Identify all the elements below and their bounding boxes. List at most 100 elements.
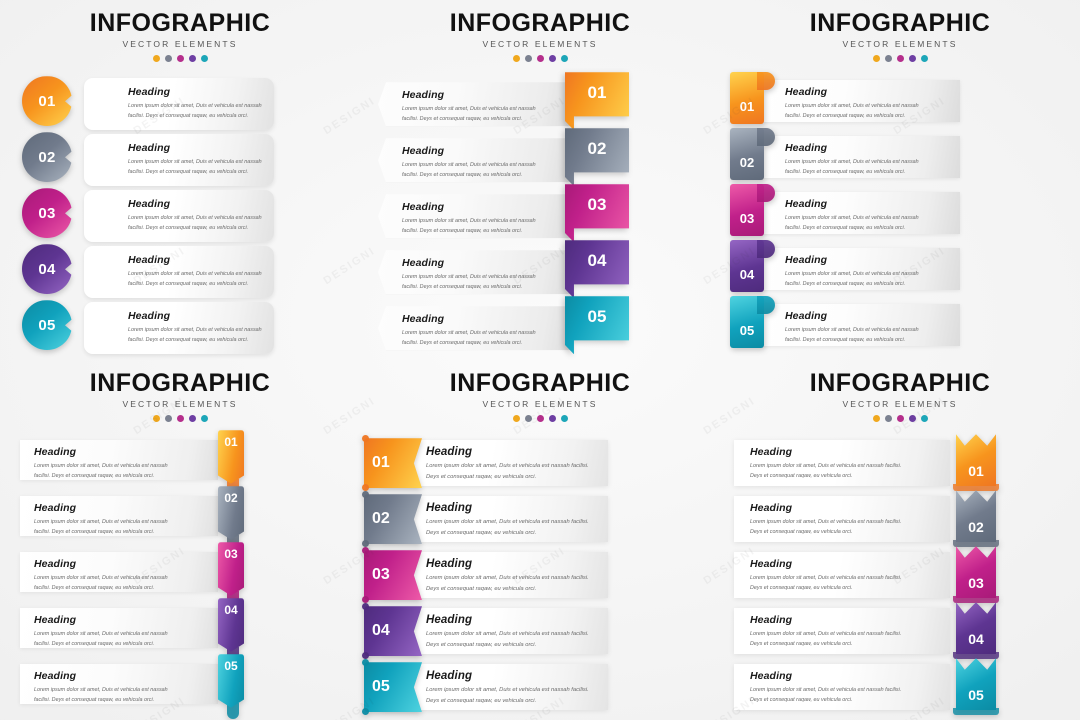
step-number: 01 (587, 83, 607, 103)
step-badge[interactable]: 03 (22, 188, 72, 239)
step-badge[interactable]: 04 (730, 240, 775, 293)
step-text: Heading Lorem ipsum dolor sit amet, Duis … (785, 142, 935, 177)
step-row[interactable]: Heading Lorem ipsum dolor sit amet, Duis … (0, 76, 360, 132)
step-badge[interactable]: 05 (218, 654, 244, 720)
step-badge[interactable]: 04 (953, 602, 999, 660)
step-row[interactable]: Heading Lorem ipsum dolor sit amet, Duis … (720, 184, 1080, 242)
step-badge[interactable]: 01 (22, 76, 72, 127)
step-text: Heading Lorem ipsum dolor sit amet, Duis … (785, 310, 935, 345)
accent-dot-1 (512, 55, 520, 63)
step-row[interactable]: Heading Lorem ipsum dolor sit amet, Duis … (0, 244, 360, 300)
step-badge[interactable]: 02 (362, 491, 422, 548)
step-number: 03 (739, 211, 755, 227)
step-row[interactable]: Heading Lorem ipsum dolor sit amet, Duis … (0, 430, 360, 496)
step-row[interactable]: Heading Lorem ipsum dolor sit amet, Duis … (720, 296, 1080, 354)
panel-title: INFOGRAPHIC (89, 369, 271, 397)
step-text: Heading Lorem ipsum dolor sit amet, Duis … (426, 614, 596, 650)
step-body: Lorem ipsum dolor sit amet, Duis et vehi… (750, 463, 902, 480)
accent-dot-4 (908, 55, 916, 63)
panel-title: INFOGRAPHIC (89, 9, 271, 37)
step-badge[interactable]: 03 (565, 184, 629, 243)
step-badge[interactable]: 05 (730, 296, 775, 349)
step-badge[interactable]: 04 (362, 603, 422, 660)
step-text: Heading Lorem ipsum dolor sit amet, Duis … (128, 198, 268, 233)
step-text: Heading Lorem ipsum dolor sit amet, Duis … (34, 502, 184, 537)
step-row[interactable]: Heading Lorem ipsum dolor sit amet, Duis … (720, 546, 1080, 604)
step-text: Heading Lorem ipsum dolor sit amet, Duis … (785, 198, 935, 233)
step-list: Heading Lorem ipsum dolor sit amet, Duis … (0, 430, 360, 720)
step-text: Heading Lorem ipsum dolor sit amet, Duis … (402, 145, 552, 180)
step-badge[interactable]: 03 (362, 547, 422, 604)
step-row[interactable]: Heading Lorem ipsum dolor sit amet, Duis … (0, 654, 360, 720)
step-body: Lorem ipsum dolor sit amet, Duis et vehi… (785, 271, 919, 288)
step-body: Lorem ipsum dolor sit amet, Duis et vehi… (426, 687, 589, 704)
step-text: Heading Lorem ipsum dolor sit amet, Duis … (402, 201, 552, 236)
step-badge[interactable]: 01 (953, 434, 999, 492)
step-list: Heading Lorem ipsum dolor sit amet, Duis … (360, 72, 720, 356)
step-row[interactable]: Heading Lorem ipsum dolor sit amet, Duis … (360, 435, 720, 492)
step-badge[interactable]: 05 (22, 300, 72, 351)
step-badge[interactable]: 01 (218, 430, 244, 496)
step-row[interactable]: Heading Lorem ipsum dolor sit amet, Duis … (360, 184, 720, 244)
step-badge[interactable]: 04 (22, 244, 72, 295)
step-row[interactable]: Heading Lorem ipsum dolor sit amet, Duis … (360, 296, 720, 356)
step-badge[interactable]: 02 (565, 128, 629, 187)
step-row[interactable]: Heading Lorem ipsum dolor sit amet, Duis … (720, 602, 1080, 660)
step-badge[interactable]: 05 (362, 659, 422, 716)
step-row[interactable]: Heading Lorem ipsum dolor sit amet, Duis … (720, 128, 1080, 186)
step-number: 01 (968, 463, 984, 480)
step-row[interactable]: Heading Lorem ipsum dolor sit amet, Duis … (0, 598, 360, 664)
step-row[interactable]: Heading Lorem ipsum dolor sit amet, Duis … (720, 658, 1080, 716)
step-badge[interactable]: 03 (730, 184, 775, 237)
step-body: Lorem ipsum dolor sit amet, Duis et vehi… (34, 519, 168, 536)
step-text: Heading Lorem ipsum dolor sit amet, Duis … (34, 446, 184, 481)
step-body: Lorem ipsum dolor sit amet, Duis et vehi… (128, 327, 262, 344)
step-badge[interactable]: 03 (218, 542, 244, 608)
step-badge[interactable]: 02 (218, 486, 244, 552)
step-text: Heading Lorem ipsum dolor sit amet, Duis … (34, 558, 184, 593)
badge-shape (362, 652, 369, 660)
step-heading: Heading (128, 86, 171, 99)
accent-dot-1 (152, 55, 160, 63)
step-text: Heading Lorem ipsum dolor sit amet, Duis … (426, 446, 596, 482)
step-row[interactable]: Heading Lorem ipsum dolor sit amet, Duis … (360, 603, 720, 660)
step-badge[interactable]: 01 (362, 435, 422, 492)
step-badge[interactable]: 03 (953, 546, 999, 604)
panel-subtitle: VECTOR ELEMENTS (122, 399, 238, 410)
step-badge[interactable]: 04 (218, 598, 244, 664)
accent-dots (0, 55, 360, 63)
step-heading: Heading (34, 614, 77, 627)
step-badge[interactable]: 05 (565, 296, 629, 355)
step-row[interactable]: Heading Lorem ipsum dolor sit amet, Duis … (360, 491, 720, 548)
step-badge[interactable]: 02 (730, 128, 775, 181)
step-row[interactable]: Heading Lorem ipsum dolor sit amet, Duis … (720, 240, 1080, 298)
step-row[interactable]: Heading Lorem ipsum dolor sit amet, Duis … (360, 72, 720, 132)
step-badge[interactable]: 01 (565, 72, 629, 131)
step-badge[interactable]: 02 (22, 132, 72, 183)
accent-dot-2 (524, 415, 532, 423)
step-row[interactable]: Heading Lorem ipsum dolor sit amet, Duis … (720, 490, 1080, 548)
step-row[interactable]: Heading Lorem ipsum dolor sit amet, Duis … (360, 240, 720, 300)
step-row[interactable]: Heading Lorem ipsum dolor sit amet, Duis … (0, 542, 360, 608)
step-badge[interactable]: 02 (953, 490, 999, 548)
step-row[interactable]: Heading Lorem ipsum dolor sit amet, Duis … (0, 486, 360, 552)
step-badge[interactable]: 05 (953, 658, 999, 716)
step-row[interactable]: Heading Lorem ipsum dolor sit amet, Duis … (360, 128, 720, 188)
step-body: Lorem ipsum dolor sit amet, Duis et vehi… (426, 575, 589, 592)
step-heading: Heading (128, 254, 171, 267)
step-row[interactable]: Heading Lorem ipsum dolor sit amet, Duis … (0, 300, 360, 356)
step-body: Lorem ipsum dolor sit amet, Duis et vehi… (34, 687, 168, 704)
step-number: 05 (739, 323, 755, 339)
step-row[interactable]: Heading Lorem ipsum dolor sit amet, Duis … (720, 434, 1080, 492)
step-heading: Heading (750, 558, 793, 571)
step-badge[interactable]: 01 (730, 72, 775, 125)
step-row[interactable]: Heading Lorem ipsum dolor sit amet, Duis … (0, 188, 360, 244)
step-badge[interactable]: 04 (565, 240, 629, 299)
step-row[interactable]: Heading Lorem ipsum dolor sit amet, Duis … (0, 132, 360, 188)
step-row[interactable]: Heading Lorem ipsum dolor sit amet, Duis … (360, 547, 720, 604)
step-row[interactable]: Heading Lorem ipsum dolor sit amet, Duis … (360, 659, 720, 716)
step-heading: Heading (426, 670, 473, 683)
step-row[interactable]: Heading Lorem ipsum dolor sit amet, Duis … (720, 72, 1080, 130)
step-text: Heading Lorem ipsum dolor sit amet, Duis … (750, 502, 910, 537)
step-body: Lorem ipsum dolor sit amet, Duis et vehi… (785, 103, 919, 120)
